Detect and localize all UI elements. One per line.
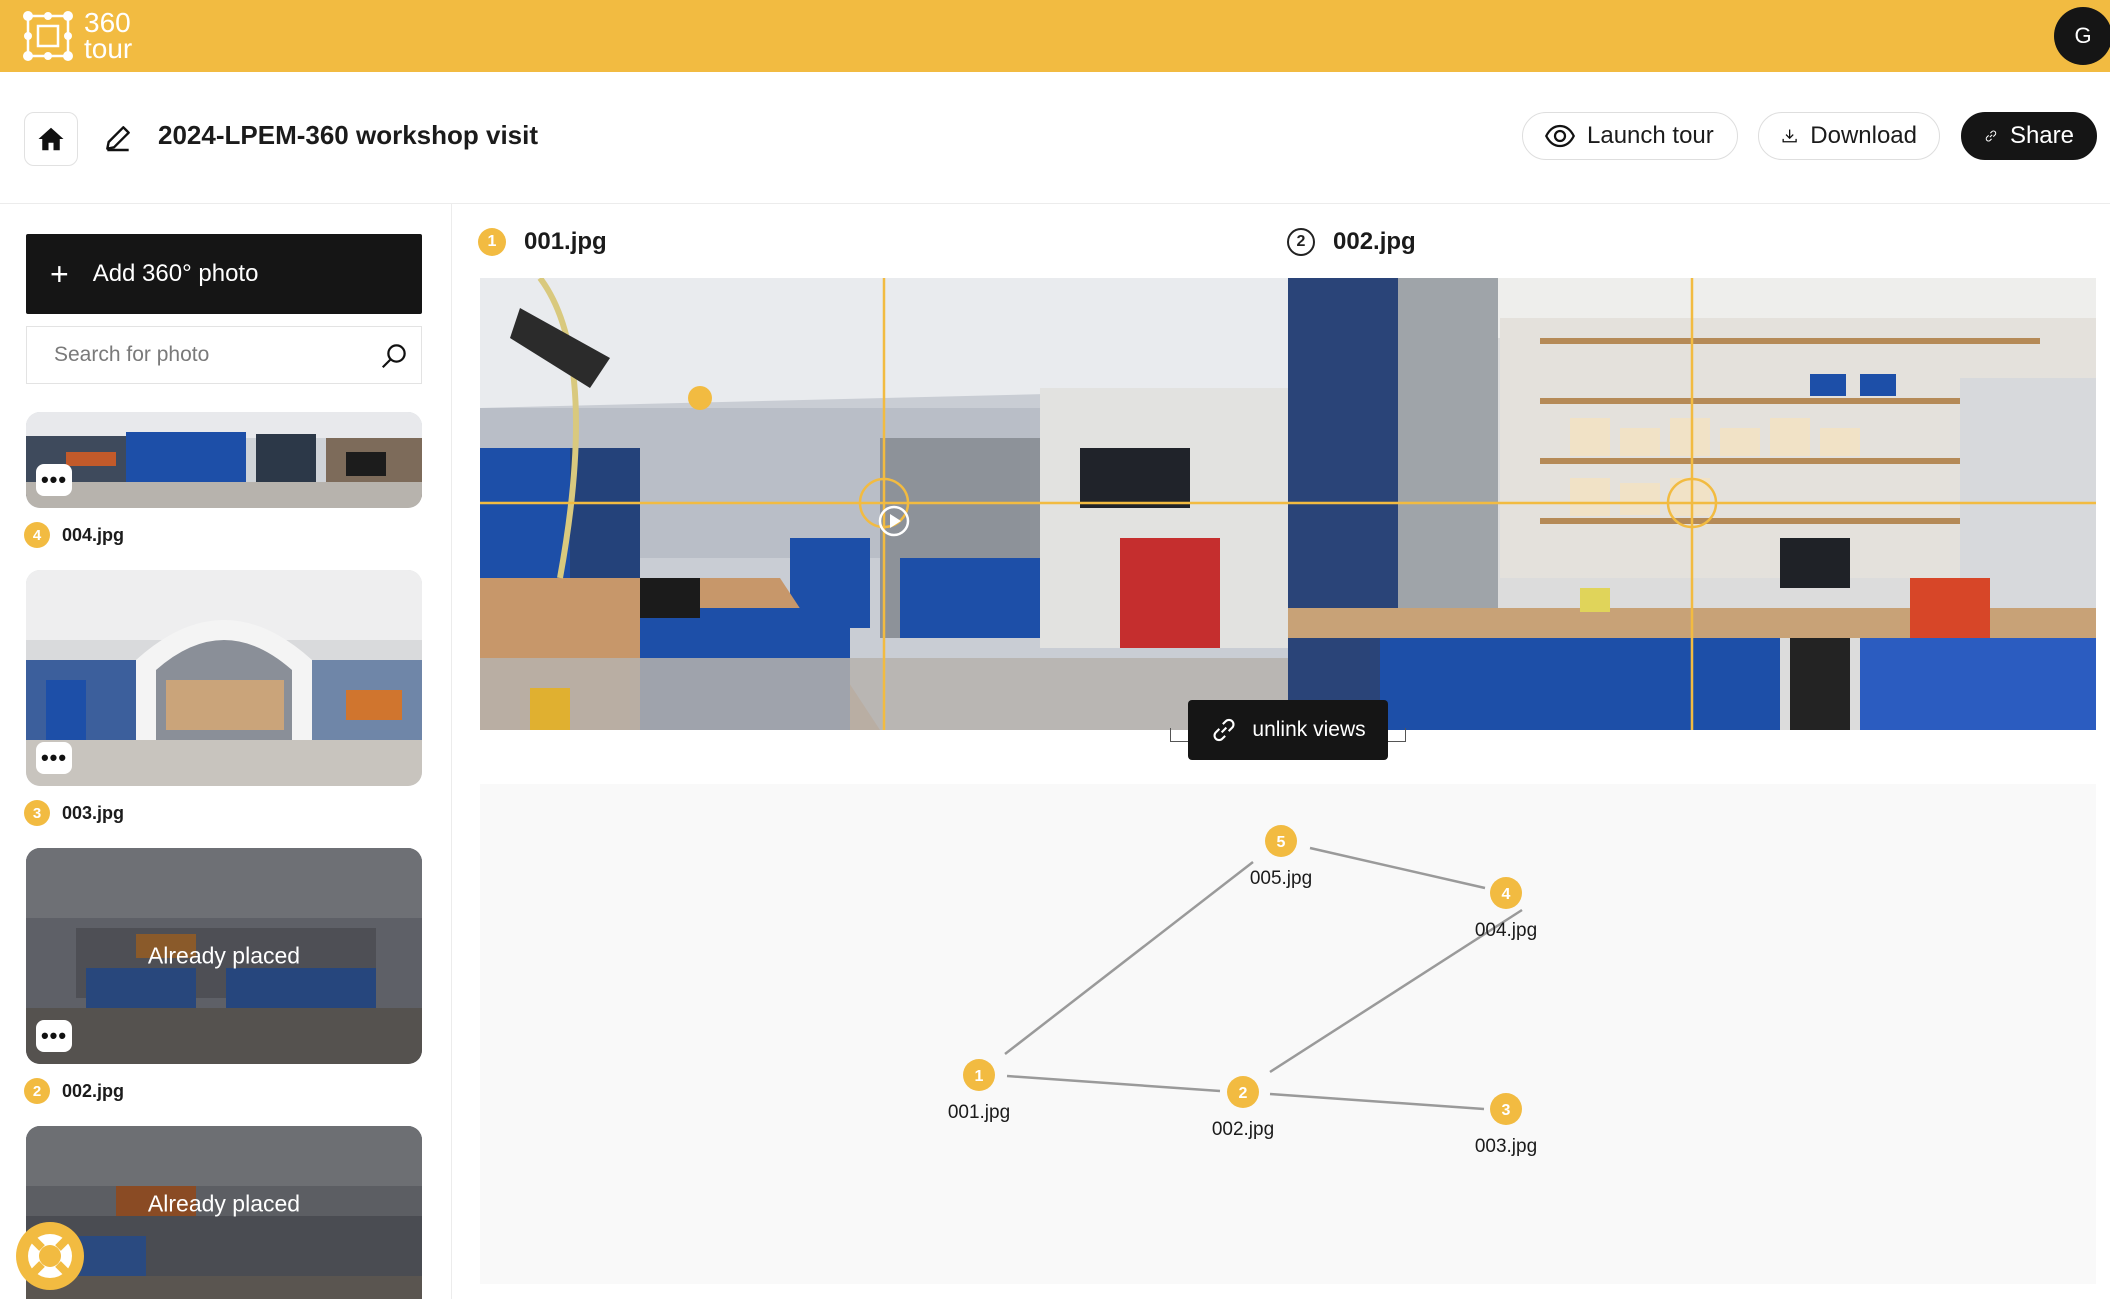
home-button[interactable] (24, 112, 78, 166)
unlink-views-label: unlink views (1252, 718, 1366, 741)
already-placed-overlay: Already placed (147, 942, 301, 969)
graph-node-1[interactable]: 1 001.jpg (948, 1059, 1010, 1123)
search-input[interactable] (54, 343, 364, 367)
share-button[interactable]: Share (1961, 112, 2097, 160)
graph-node-3[interactable]: 3 003.jpg (1475, 1093, 1537, 1157)
launch-tour-label: Launch tour (1587, 122, 1714, 149)
right-view-filename: 002.jpg (1333, 228, 1416, 255)
add-photo-button[interactable]: + Add 360° photo (26, 234, 422, 314)
photo-number-badge: 2 (24, 1078, 50, 1104)
graph-node-5[interactable]: 5 005.jpg (1250, 825, 1312, 889)
tour-graph-canvas[interactable]: 5 005.jpg 4 004.jpg 1 001.jpg 2 002.jpg … (480, 784, 2096, 1284)
svg-text:002.jpg: 002.jpg (1212, 1119, 1274, 1140)
left-view-filename: 001.jpg (524, 228, 607, 255)
plus-icon: + (50, 256, 69, 292)
svg-text:4: 4 (1502, 886, 1511, 903)
left-view-heading: 1 001.jpg (478, 228, 607, 256)
right-view-badge: 2 (1287, 228, 1315, 256)
thumbnail-image (26, 570, 422, 786)
edge-1-2 (1006, 1074, 1221, 1093)
download-label: Download (1810, 122, 1917, 149)
edit-title-icon[interactable] (102, 122, 134, 154)
left-view-badge: 1 (478, 228, 506, 256)
panorama-image (480, 278, 2096, 730)
svg-text:003.jpg: 003.jpg (1475, 1136, 1537, 1157)
tour-logo-icon (23, 11, 73, 61)
app-logo[interactable]: 360 tour (22, 8, 132, 64)
home-icon (38, 127, 64, 151)
unlink-views-button[interactable]: unlink views (1188, 700, 1388, 760)
svg-text:005.jpg: 005.jpg (1250, 868, 1312, 889)
photo-label-002: 2 002.jpg (24, 1078, 124, 1104)
panorama-viewer[interactable] (480, 278, 2096, 730)
download-button[interactable]: Download (1758, 112, 1940, 160)
right-view-heading: 2 002.jpg (1287, 228, 1416, 256)
svg-text:1: 1 (975, 1068, 984, 1085)
photo-options-button[interactable]: ••• (36, 742, 72, 774)
photo-sidebar: + Add 360° photo ••• 4 004.jpg (0, 204, 452, 1299)
edge-2-3 (1269, 1092, 1485, 1111)
eye-icon (1545, 124, 1575, 148)
share-label: Share (2009, 122, 2074, 149)
photo-number-badge: 3 (24, 800, 50, 826)
svg-text:004.jpg: 004.jpg (1475, 920, 1537, 941)
lifebuoy-icon (28, 1234, 72, 1278)
add-photo-label: Add 360° photo (92, 260, 259, 287)
photo-options-button[interactable]: ••• (36, 464, 72, 496)
project-header: 2024-LPEM-360 workshop visit Launch tour… (0, 72, 2110, 204)
link-icon (1213, 718, 1235, 742)
logo-text: 360 tour (84, 7, 133, 64)
already-placed-overlay: Already placed (147, 1190, 301, 1217)
svg-text:001.jpg: 001.jpg (948, 1102, 1010, 1123)
top-bar: 360 tour G (0, 0, 2110, 72)
view-link-bracket-left (1170, 728, 1188, 742)
search-icon[interactable] (379, 341, 409, 371)
photo-number-badge: 4 (24, 522, 50, 548)
photo-options-button[interactable]: ••• (36, 1020, 72, 1052)
tour-graph: 5 005.jpg 4 004.jpg 1 001.jpg 2 002.jpg … (948, 825, 1537, 1157)
user-avatar[interactable]: G (2054, 7, 2110, 65)
launch-tour-button[interactable]: Launch tour (1522, 112, 1738, 160)
link-icon (1985, 130, 1997, 142)
graph-node-2[interactable]: 2 002.jpg (1212, 1076, 1274, 1140)
photo-thumbnail-003[interactable]: ••• (26, 570, 422, 786)
svg-text:3: 3 (1502, 1102, 1511, 1119)
photo-label-004: 4 004.jpg (24, 522, 124, 548)
svg-text:2: 2 (1239, 1085, 1248, 1102)
help-button[interactable] (16, 1222, 84, 1290)
photo-thumbnail-001[interactable]: Already placed (26, 1126, 422, 1299)
thumbnail-image (26, 412, 422, 508)
photo-thumbnail-004[interactable]: ••• (26, 412, 422, 508)
search-box (26, 326, 422, 384)
photo-thumbnail-002[interactable]: Already placed ••• (26, 848, 422, 1064)
edge-5-4 (1309, 846, 1486, 890)
photo-label-003: 3 003.jpg (24, 800, 124, 826)
page-title: 2024-LPEM-360 workshop visit (158, 120, 539, 150)
view-link-bracket-right (1388, 728, 1406, 742)
edge-1-5 (1004, 861, 1254, 1055)
download-icon (1782, 129, 1797, 143)
svg-text:5: 5 (1277, 834, 1286, 851)
